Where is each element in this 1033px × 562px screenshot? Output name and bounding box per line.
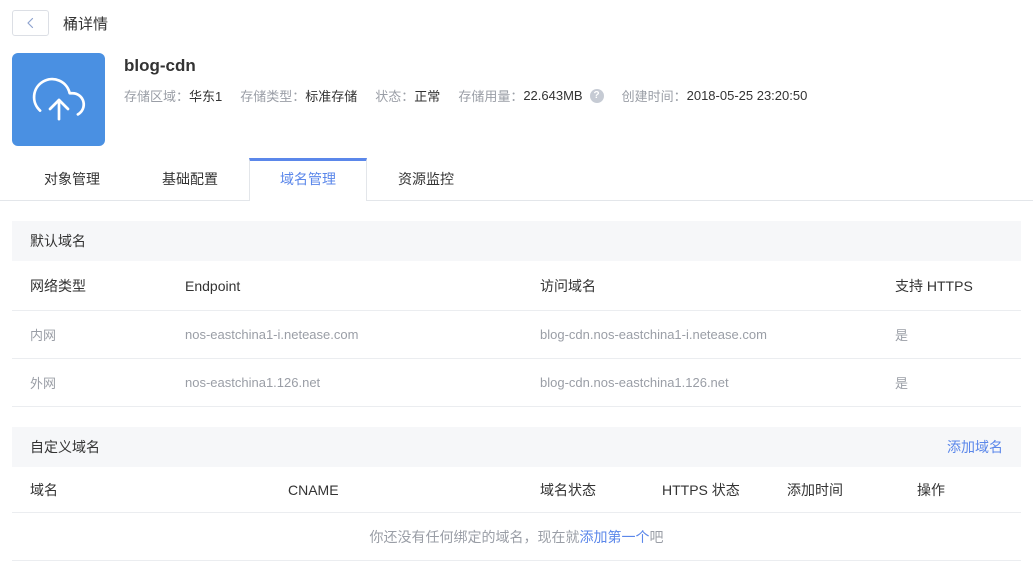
- cell-https-support: 是: [895, 328, 909, 343]
- empty-text-suffix: 吧: [649, 528, 664, 545]
- col-https-status: HTTPS 状态: [662, 481, 740, 498]
- status-value: 正常: [414, 89, 441, 104]
- bucket-name: blog-cdn: [124, 56, 196, 75]
- custom-domains-table: 域名 CNAME 域名状态 HTTPS 状态 添加时间 操作: [12, 467, 1021, 513]
- tab-domain-management[interactable]: 域名管理: [249, 158, 367, 201]
- col-domain-status: 域名状态: [540, 481, 596, 498]
- section-default-domains: 默认域名: [12, 221, 1021, 261]
- meta-storage-region: 存储区域： 华东1: [124, 89, 223, 104]
- tab-bar: 对象管理 基础配置 域名管理 资源监控: [0, 158, 1033, 201]
- chevron-left-icon: [22, 14, 40, 32]
- col-added-time: 添加时间: [787, 481, 843, 498]
- bucket-icon: [12, 53, 105, 146]
- table-row: 内网 nos-eastchina1-i.netease.com blog-cdn…: [12, 311, 1021, 359]
- tab-object-management[interactable]: 对象管理: [13, 158, 131, 200]
- add-domain-link[interactable]: 添加域名: [947, 437, 1003, 457]
- meta-storage-type: 存储类型： 标准存储: [240, 89, 358, 104]
- meta-storage-usage: 存储用量： 22.643MB ?: [458, 86, 604, 105]
- table-row: 外网 nos-eastchina1.126.net blog-cdn.nos-e…: [12, 359, 1021, 407]
- cell-access-domain: blog-cdn.nos-eastchina1.126.net: [540, 375, 729, 390]
- meta-status: 状态： 正常: [375, 86, 440, 105]
- col-domain: 域名: [30, 481, 58, 498]
- add-first-domain-link[interactable]: 添加第一个: [580, 527, 650, 547]
- cell-endpoint: nos-eastchina1.126.net: [185, 375, 321, 390]
- empty-text-prefix: 你还没有任何绑定的域名，现在就: [369, 528, 580, 545]
- col-https-support: 支持 HTTPS: [895, 277, 973, 294]
- bucket-header: blog-cdn 存储区域： 华东1 存储类型： 标准存储 状态： 正常 存储用…: [12, 53, 1021, 146]
- tab-basic-config[interactable]: 基础配置: [131, 158, 249, 200]
- tab-resource-monitor[interactable]: 资源监控: [367, 158, 485, 200]
- meta-created-time: 创建时间： 2018-05-25 23:20:50: [621, 88, 808, 104]
- default-domains-table: 网络类型 Endpoint 访问域名 支持 HTTPS 内网 nos-eastc…: [12, 261, 1021, 407]
- page-title: 桶详情: [63, 15, 109, 33]
- cell-https-support: 是: [895, 376, 909, 391]
- section-title: 默认域名: [30, 233, 86, 249]
- help-icon[interactable]: ?: [589, 88, 604, 103]
- section-custom-domains: 自定义域名 添加域名: [12, 427, 1021, 467]
- back-button[interactable]: [12, 10, 49, 36]
- table-header-row: 网络类型 Endpoint 访问域名 支持 HTTPS: [12, 261, 1021, 311]
- empty-state: 你还没有任何绑定的域名，现在就 添加第一个吧: [12, 513, 1021, 561]
- col-access-domain: 访问域名: [540, 277, 596, 294]
- topbar: 桶详情: [0, 0, 1033, 36]
- col-cname: CNAME: [288, 481, 339, 498]
- cell-endpoint: nos-eastchina1-i.netease.com: [185, 327, 359, 342]
- col-endpoint: Endpoint: [185, 277, 241, 294]
- bucket-meta: 存储区域： 华东1 存储类型： 标准存储 状态： 正常 存储用量： 22.643…: [124, 86, 807, 105]
- cloud-upload-icon: [32, 73, 86, 127]
- cell-network-type: 内网: [30, 328, 57, 343]
- cell-access-domain: blog-cdn.nos-eastchina1-i.netease.com: [540, 327, 767, 342]
- section-title: 自定义域名: [30, 439, 100, 455]
- col-network-type: 网络类型: [30, 277, 86, 294]
- cell-network-type: 外网: [30, 376, 57, 391]
- table-header-row: 域名 CNAME 域名状态 HTTPS 状态 添加时间 操作: [12, 467, 1021, 513]
- col-actions: 操作: [917, 481, 945, 498]
